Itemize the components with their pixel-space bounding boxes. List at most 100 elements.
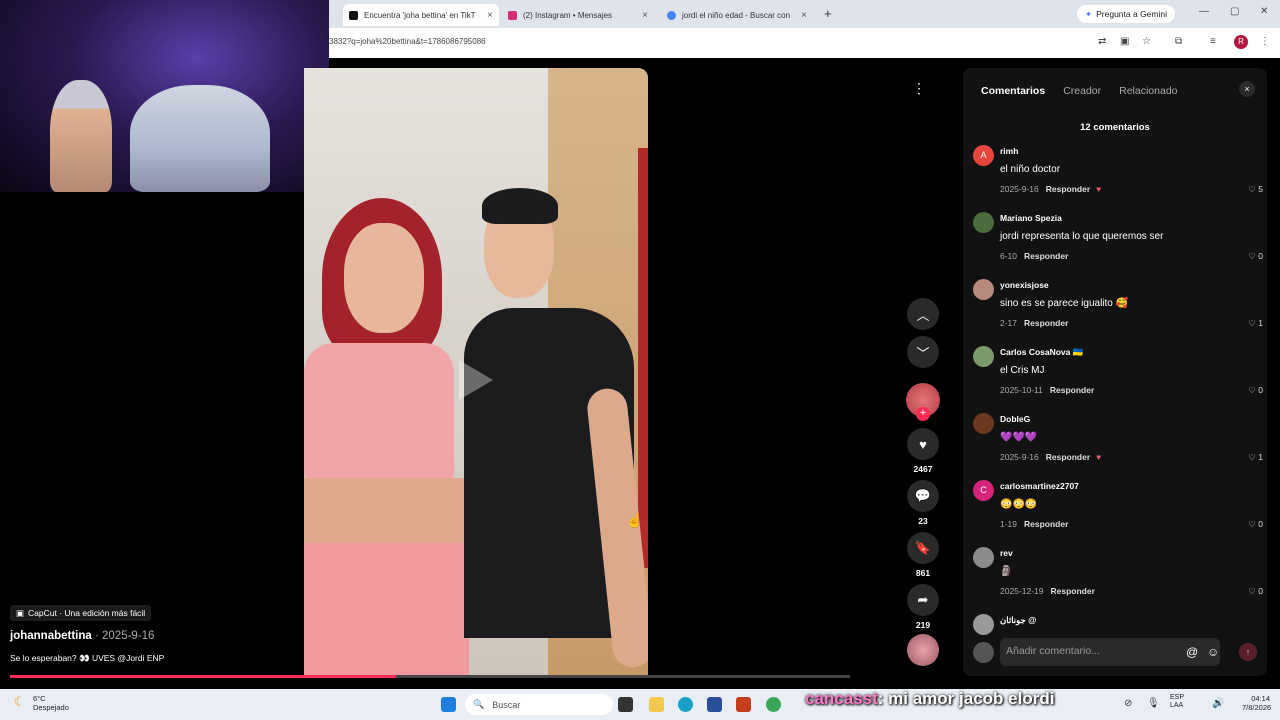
comment-like-button[interactable]: ♡ 5 <box>1248 184 1263 195</box>
comment-meta: 2025-12-19 Responder <box>1000 586 1095 596</box>
creator-liked-icon: ♥ <box>1096 184 1102 194</box>
heart-outline-icon: ♡ <box>1248 251 1259 261</box>
tab-related[interactable]: Relacionado <box>1119 85 1177 97</box>
comment-like-button[interactable]: ♡ 1 <box>1248 452 1263 463</box>
window-close-icon[interactable]: ✕ <box>1260 6 1268 17</box>
close-icon[interactable]: × <box>487 10 493 21</box>
reply-button[interactable]: Responder <box>1046 452 1090 462</box>
mic-icon[interactable]: 🎙 <box>1147 698 1160 709</box>
tab-creator[interactable]: Creador <box>1063 85 1101 97</box>
avatar[interactable] <box>973 346 994 367</box>
like-button[interactable]: ♥ 2467 <box>907 428 939 474</box>
tab-instagram[interactable]: (2) Instagram • Mensajes × <box>502 4 654 26</box>
reply-button[interactable]: Responder <box>1024 519 1068 529</box>
minimize-icon[interactable]: — <box>1199 6 1209 17</box>
prev-video-button[interactable]: ︿ <box>907 298 939 330</box>
play-icon[interactable] <box>459 360 493 400</box>
more-options-icon[interactable]: ⋮ <box>912 80 926 97</box>
video-description: Se lo esperaban? 👀 UVES @Jordi ENP <box>10 653 165 663</box>
comment-button[interactable]: 💬 23 <box>907 480 939 526</box>
save-count: 861 <box>915 568 931 578</box>
comment-like-button[interactable]: ♡ 0 <box>1248 586 1263 597</box>
emoji-icon[interactable]: ☺ <box>1207 645 1219 659</box>
close-icon[interactable]: × <box>1239 81 1255 97</box>
author-name[interactable]: johannabettina <box>10 630 92 642</box>
volume-icon[interactable]: 🔊 <box>1212 698 1224 709</box>
mention-icon[interactable]: @ <box>1186 645 1198 659</box>
powerpoint-icon[interactable] <box>736 697 751 712</box>
comment-item: Carlos CosaNova 🇺🇦 el Cris MJ 2025-10-11 Re… <box>973 341 1263 403</box>
language-indicator[interactable]: ESP LAA <box>1170 694 1184 710</box>
chevron-up-icon: ︿ <box>907 298 939 330</box>
comment-like-button[interactable]: ♡ 0 <box>1248 385 1263 396</box>
video-player[interactable] <box>304 68 648 676</box>
translate-icon[interactable]: ⇄ <box>1098 36 1106 47</box>
comment-text: 🗿 <box>1000 566 1013 577</box>
reply-button[interactable]: Responder <box>1050 586 1094 596</box>
comment-icon: 💬 <box>907 480 939 512</box>
send-button[interactable]: ↑ <box>1239 643 1257 661</box>
install-icon[interactable]: ▣ <box>1120 36 1129 47</box>
reply-button[interactable]: Responder <box>1050 385 1094 395</box>
save-button[interactable]: 🔖 861 <box>907 532 939 578</box>
comment-username[interactable]: DobleG <box>1000 414 1030 424</box>
comment-like-button[interactable]: ♡ 1 <box>1248 318 1263 329</box>
comment-username[interactable]: Carlos CosaNova 🇺🇦 <box>1000 347 1083 358</box>
avatar[interactable] <box>973 279 994 300</box>
avatar[interactable] <box>973 212 994 233</box>
tab-tiktok[interactable]: Encuentra 'joha bettina' en TikT × <box>343 4 499 26</box>
avatar[interactable] <box>973 547 994 568</box>
share-button[interactable]: ➦ 219 <box>907 584 939 630</box>
avatar[interactable] <box>973 413 994 434</box>
comment-username[interactable]: rimh <box>1000 146 1018 156</box>
close-icon[interactable]: × <box>801 10 807 21</box>
comment-like-button[interactable]: ♡ 0 <box>1248 251 1263 262</box>
windows-start-icon[interactable] <box>441 697 456 712</box>
search-label: Buscar <box>492 699 521 710</box>
star-icon[interactable]: ☆ <box>1142 36 1151 47</box>
url-field[interactable]: 3832?q=joha%20bettina&t=1786086795086 <box>329 37 486 46</box>
progress-bar[interactable] <box>10 675 850 678</box>
extensions-icon[interactable]: ⧉ <box>1175 36 1182 47</box>
reply-button[interactable]: Responder <box>1024 251 1068 261</box>
menu-dots-icon[interactable]: ⋮ <box>1260 36 1270 47</box>
reply-button[interactable]: Responder <box>1046 184 1090 194</box>
follow-plus-icon[interactable]: + <box>916 407 930 421</box>
tab-title: (2) Instagram • Mensajes <box>523 10 613 20</box>
avatar[interactable]: C <box>973 480 994 501</box>
reading-list-icon[interactable]: ≡ <box>1210 36 1216 47</box>
next-video-button[interactable]: ﹀ <box>907 336 939 368</box>
video-author[interactable]: johannabettina · 2025-9-16 <box>10 630 154 642</box>
store-icon[interactable] <box>707 697 722 712</box>
tab-google[interactable]: jordi el niño edad - Buscar con × <box>661 4 813 26</box>
comment-username[interactable]: carlosmartinez2707 <box>1000 481 1079 491</box>
network-icon[interactable]: ⊘ <box>1124 698 1132 709</box>
avatar[interactable] <box>973 614 994 635</box>
clock[interactable]: 04:14 7/8/2026 <box>1242 694 1271 712</box>
profile-avatar[interactable]: R <box>1234 35 1248 49</box>
new-tab-button[interactable]: + <box>824 6 832 21</box>
mouse-cursor-icon: ☝ <box>626 512 644 528</box>
maximize-icon[interactable]: ▢ <box>1230 6 1239 17</box>
avatar[interactable]: A <box>973 145 994 166</box>
task-view-icon[interactable] <box>618 697 633 712</box>
comment-username[interactable]: جوناثان @ <box>1000 615 1036 626</box>
comment-username[interactable]: yonexisjose <box>1000 280 1049 290</box>
heart-outline-icon: ♡ <box>1248 184 1259 194</box>
comment-meta: 2-17 Responder <box>1000 318 1068 328</box>
reply-button[interactable]: Responder <box>1024 318 1068 328</box>
file-explorer-icon[interactable] <box>649 697 664 712</box>
comment-like-button[interactable]: ♡ 0 <box>1248 519 1263 530</box>
comment-username[interactable]: Mariano Spezia <box>1000 213 1062 223</box>
close-icon[interactable]: × <box>642 10 648 21</box>
gemini-button[interactable]: ✦ Pregunta a Gemini <box>1077 5 1175 23</box>
capcut-tag[interactable]: ▣ CapCut · Una edición más fácil <box>10 605 152 621</box>
comment-username[interactable]: rev <box>1000 548 1013 558</box>
music-disc-icon[interactable] <box>907 634 939 666</box>
chat-text: : mi amor jacob elordi <box>877 689 1055 708</box>
edge-icon[interactable] <box>678 697 693 712</box>
webcam-overlay <box>0 0 329 192</box>
tab-comments[interactable]: Comentarios <box>981 85 1045 97</box>
taskbar-search[interactable]: 🔍 Buscar <box>465 694 613 715</box>
chrome-icon[interactable] <box>766 697 781 712</box>
